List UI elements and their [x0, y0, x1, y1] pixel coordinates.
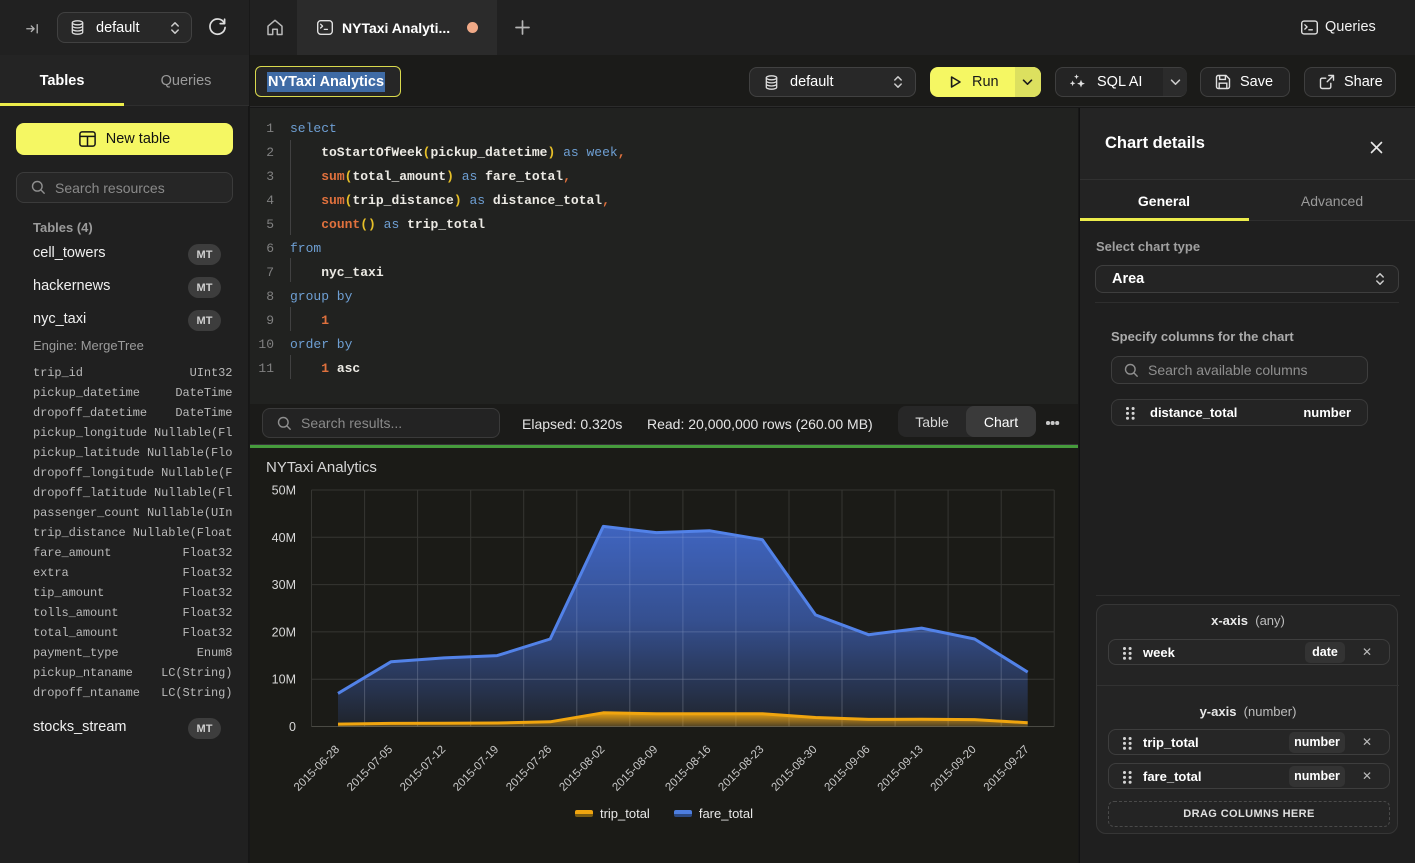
svg-text:2015-09-27: 2015-09-27: [982, 744, 1032, 794]
svg-text:2015-07-05: 2015-07-05: [345, 744, 395, 794]
svg-text:2015-08-02: 2015-08-02: [557, 744, 607, 794]
svg-text:2015-07-12: 2015-07-12: [398, 744, 448, 794]
svg-text:50M: 50M: [272, 484, 296, 498]
svg-text:20M: 20M: [272, 625, 296, 639]
svg-text:0: 0: [289, 720, 296, 734]
svg-text:2015-08-16: 2015-08-16: [663, 744, 713, 794]
svg-text:2015-08-23: 2015-08-23: [716, 744, 766, 794]
svg-text:2015-09-20: 2015-09-20: [929, 744, 979, 794]
svg-text:2015-09-06: 2015-09-06: [823, 744, 873, 794]
svg-text:2015-09-13: 2015-09-13: [876, 744, 926, 794]
svg-text:30M: 30M: [272, 578, 296, 592]
svg-text:2015-08-30: 2015-08-30: [770, 744, 820, 794]
svg-text:10M: 10M: [272, 673, 296, 687]
svg-text:2015-07-19: 2015-07-19: [451, 744, 501, 794]
svg-text:2015-06-28: 2015-06-28: [292, 744, 342, 794]
svg-text:2015-07-26: 2015-07-26: [504, 744, 554, 794]
svg-text:40M: 40M: [272, 531, 296, 545]
svg-text:2015-08-09: 2015-08-09: [610, 744, 660, 794]
